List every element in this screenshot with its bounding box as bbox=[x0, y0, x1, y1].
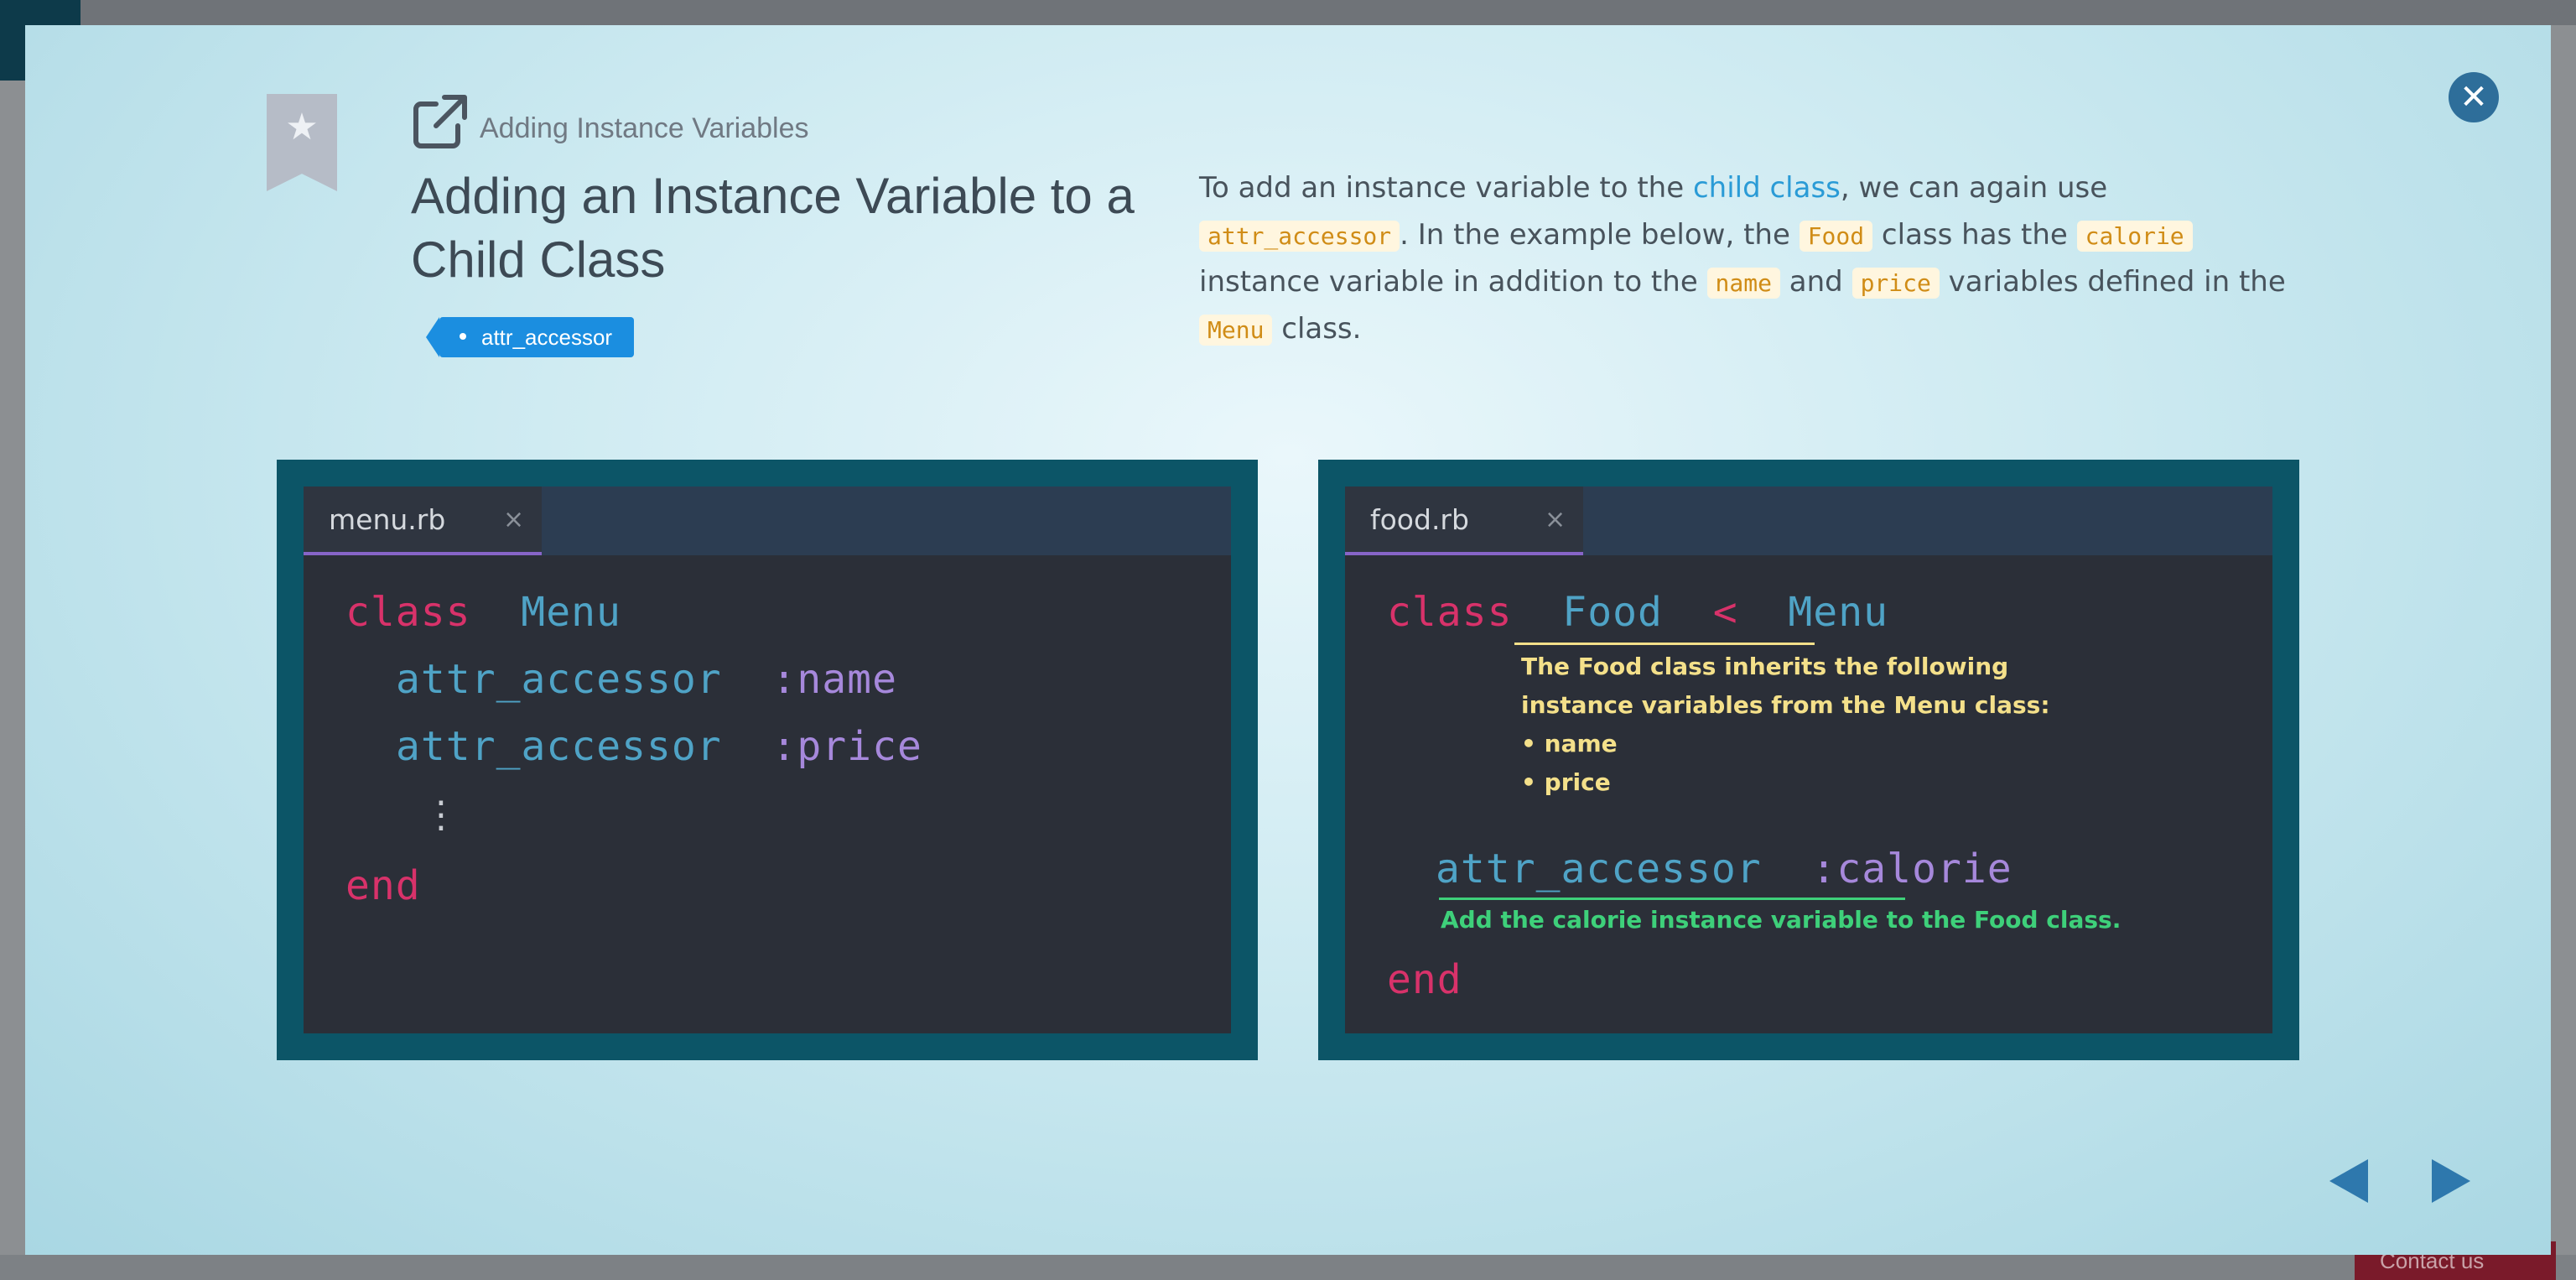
code-editor: food.rb × class Food < Menu The Food cla… bbox=[1345, 487, 2272, 1033]
tab-label: food.rb bbox=[1370, 503, 1469, 536]
parent-class-name: Menu bbox=[1788, 589, 1888, 636]
keyword: class bbox=[1387, 589, 1513, 636]
tag-dot bbox=[460, 333, 466, 341]
keyword: class bbox=[345, 589, 471, 636]
tab-menu-rb[interactable]: menu.rb × bbox=[304, 487, 542, 555]
tab-food-rb[interactable]: food.rb × bbox=[1345, 487, 1583, 555]
class-name: Food bbox=[1562, 589, 1663, 636]
child-class-link[interactable]: child class bbox=[1693, 171, 1841, 205]
calorie-note: Add the calorie instance variable to the… bbox=[1441, 906, 2122, 934]
underline-green bbox=[1439, 898, 1905, 900]
code-line: end bbox=[345, 862, 421, 909]
ellipsis: ⋮ bbox=[423, 793, 460, 836]
tag-label: attr_accessor bbox=[481, 325, 613, 350]
inline-code: name bbox=[1706, 268, 1780, 299]
note-line: The Food class inherits the following bbox=[1521, 653, 2009, 680]
keyword: end bbox=[1387, 956, 1462, 1003]
star-icon: ★ bbox=[285, 106, 319, 148]
inheritance-note: The Food class inherits the following ins… bbox=[1521, 648, 2050, 802]
slide-modal: ✕ ★ Adding Instance Variables Adding an … bbox=[25, 25, 2551, 1255]
lesson-subtitle: Adding Instance Variables bbox=[480, 112, 809, 144]
method-name: attr_accessor bbox=[396, 723, 722, 770]
note-line: instance variables from the Menu class: bbox=[1521, 691, 2050, 719]
editor-tabbar: food.rb × bbox=[1345, 487, 2272, 555]
desc-text: , we can again use bbox=[1840, 171, 2108, 205]
tab-close-icon[interactable]: × bbox=[503, 505, 524, 534]
underline-yellow bbox=[1514, 643, 1815, 645]
desc-text: variables defined in the bbox=[1939, 265, 2286, 299]
method-name: attr_accessor bbox=[396, 656, 722, 703]
keyword: end bbox=[345, 862, 421, 909]
desc-text: class. bbox=[1272, 312, 1362, 346]
operator: < bbox=[1712, 589, 1738, 636]
slide-title: Adding an Instance Variable to a Child C… bbox=[411, 168, 1135, 288]
tab-close-icon[interactable]: × bbox=[1545, 505, 1566, 534]
close-icon[interactable]: ✕ bbox=[2449, 72, 2499, 122]
code-line: end bbox=[1387, 956, 1462, 1003]
topic-tag[interactable]: attr_accessor bbox=[425, 317, 635, 357]
code-line: class Menu bbox=[345, 589, 621, 636]
symbol: :calorie bbox=[1811, 846, 2012, 892]
desc-text: class has the bbox=[1872, 218, 2077, 252]
desc-text: To add an instance variable to the bbox=[1199, 171, 1693, 205]
code-line: attr_accessor :name bbox=[396, 656, 897, 703]
inline-code: attr_accessor bbox=[1199, 221, 1400, 252]
code-panel-food: food.rb × class Food < Menu The Food cla… bbox=[1318, 460, 2299, 1060]
background-bottom-bar bbox=[0, 1255, 2576, 1280]
previous-slide-icon[interactable] bbox=[2329, 1159, 2368, 1203]
symbol: :name bbox=[771, 656, 897, 703]
bookmark-star-icon[interactable]: ★ bbox=[267, 94, 337, 191]
desc-text: and bbox=[1779, 265, 1852, 299]
inline-code: calorie bbox=[2076, 221, 2193, 252]
inline-code: price bbox=[1852, 268, 1940, 299]
code-line: attr_accessor :price bbox=[396, 723, 922, 770]
slide-description: To add an instance variable to the child… bbox=[1199, 164, 2306, 352]
code-panel-menu: menu.rb × class Menu attr_accessor :name… bbox=[277, 460, 1258, 1060]
inline-code: Menu bbox=[1199, 315, 1273, 346]
class-name: Menu bbox=[521, 589, 621, 636]
tab-label: menu.rb bbox=[329, 503, 446, 536]
next-slide-icon[interactable] bbox=[2432, 1159, 2470, 1203]
editor-tabbar: menu.rb × bbox=[304, 487, 1231, 555]
inline-code: Food bbox=[1799, 221, 1873, 252]
method-name: attr_accessor bbox=[1436, 846, 1762, 892]
symbol: :price bbox=[771, 723, 922, 770]
code-editor: menu.rb × class Menu attr_accessor :name… bbox=[304, 487, 1231, 1033]
note-line: • price bbox=[1521, 768, 1611, 796]
external-link-icon[interactable] bbox=[411, 92, 470, 151]
desc-text: . In the example below, the bbox=[1400, 218, 1800, 252]
note-line: • name bbox=[1521, 730, 1618, 757]
code-line: class Food < Menu bbox=[1387, 589, 1888, 636]
background-topbar bbox=[0, 0, 2576, 25]
desc-text: instance variable in addition to the bbox=[1199, 265, 1707, 299]
code-line: attr_accessor :calorie bbox=[1436, 846, 2012, 892]
